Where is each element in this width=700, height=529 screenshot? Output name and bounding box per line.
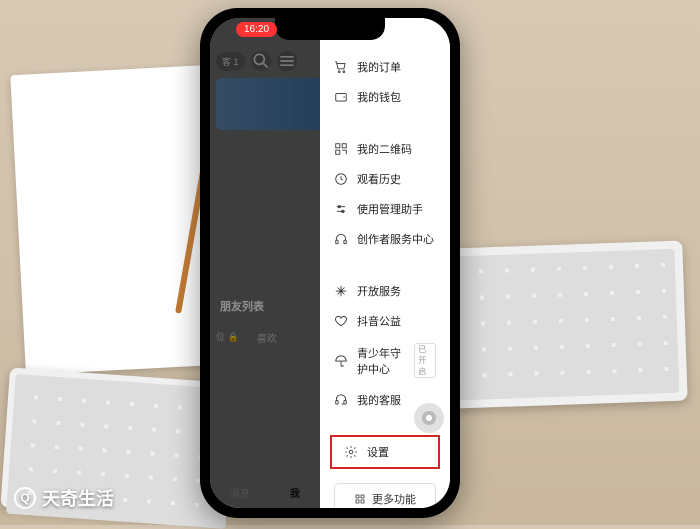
menu-label: 我的订单	[357, 59, 401, 75]
status-time-pill: 16:20	[236, 22, 277, 37]
grid-icon	[354, 493, 366, 505]
menu-label: 观看历史	[357, 171, 401, 187]
menu-my-orders[interactable]: 我的订单	[320, 52, 450, 82]
menu-watch-history[interactable]: 观看历史	[320, 164, 450, 194]
gear-icon	[344, 445, 358, 459]
menu-douyin-charity[interactable]: 抖音公益	[320, 306, 450, 336]
menu-group-1: 我的订单 我的钱包	[320, 48, 450, 116]
spark-icon	[334, 284, 348, 298]
dim-overlay[interactable]	[210, 18, 320, 508]
more-label: 更多功能	[372, 491, 416, 507]
app-main-dimmed[interactable]: 客 1 朋友列表 位 🔒 喜欢 消息 我	[210, 18, 320, 508]
headset-icon	[334, 232, 348, 246]
menu-group-3: 开放服务 抖音公益 青少年守护中心 已开启 我的客服	[320, 272, 450, 419]
support-icon	[334, 393, 348, 407]
menu-usage-assistant[interactable]: 使用管理助手	[320, 194, 450, 224]
menu-settings[interactable]: 设置	[334, 442, 434, 462]
menu-label: 设置	[367, 444, 389, 460]
assistive-touch[interactable]	[414, 403, 444, 433]
umbrella-icon	[334, 354, 348, 368]
phone-frame: 16:20 客 1 朋友列表 位 🔒 喜欢 消息 我	[200, 8, 460, 518]
menu-label: 我的钱包	[357, 89, 401, 105]
watermark-logo-icon: Q	[14, 487, 36, 509]
heart-icon	[334, 314, 348, 328]
sliders-icon	[334, 202, 348, 216]
notch	[275, 18, 385, 40]
enabled-badge: 已开启	[414, 343, 436, 378]
qr-icon	[334, 142, 348, 156]
menu-label: 使用管理助手	[357, 201, 423, 217]
menu-my-wallet[interactable]: 我的钱包	[320, 82, 450, 112]
watermark-text: 天奇生活	[42, 485, 114, 511]
wallet-icon	[334, 90, 348, 104]
menu-label: 创作者服务中心	[357, 231, 434, 247]
clock-icon	[334, 172, 348, 186]
cart-icon	[334, 60, 348, 74]
menu-group-2: 我的二维码 观看历史 使用管理助手 创作者服务中心	[320, 130, 450, 258]
menu-label: 开放服务	[357, 283, 401, 299]
menu-open-services[interactable]: 开放服务	[320, 276, 450, 306]
menu-youth-protection[interactable]: 青少年守护中心 已开启	[320, 336, 450, 385]
settings-highlight: 设置	[330, 435, 440, 469]
notepad-prop	[10, 65, 220, 375]
keyboard-prop-right	[422, 241, 687, 410]
side-drawer: 我的订单 我的钱包 我的二维码 观看历史	[320, 18, 450, 508]
phone-screen: 16:20 客 1 朋友列表 位 🔒 喜欢 消息 我	[210, 18, 450, 508]
menu-label: 我的二维码	[357, 141, 412, 157]
menu-label: 抖音公益	[357, 313, 401, 329]
watermark: Q 天奇生活	[14, 485, 114, 511]
menu-label: 青少年守护中心	[357, 345, 401, 377]
more-features-button[interactable]: 更多功能	[334, 483, 436, 508]
menu-my-qr[interactable]: 我的二维码	[320, 134, 450, 164]
menu-label: 我的客服	[357, 392, 401, 408]
menu-creator-center[interactable]: 创作者服务中心	[320, 224, 450, 254]
